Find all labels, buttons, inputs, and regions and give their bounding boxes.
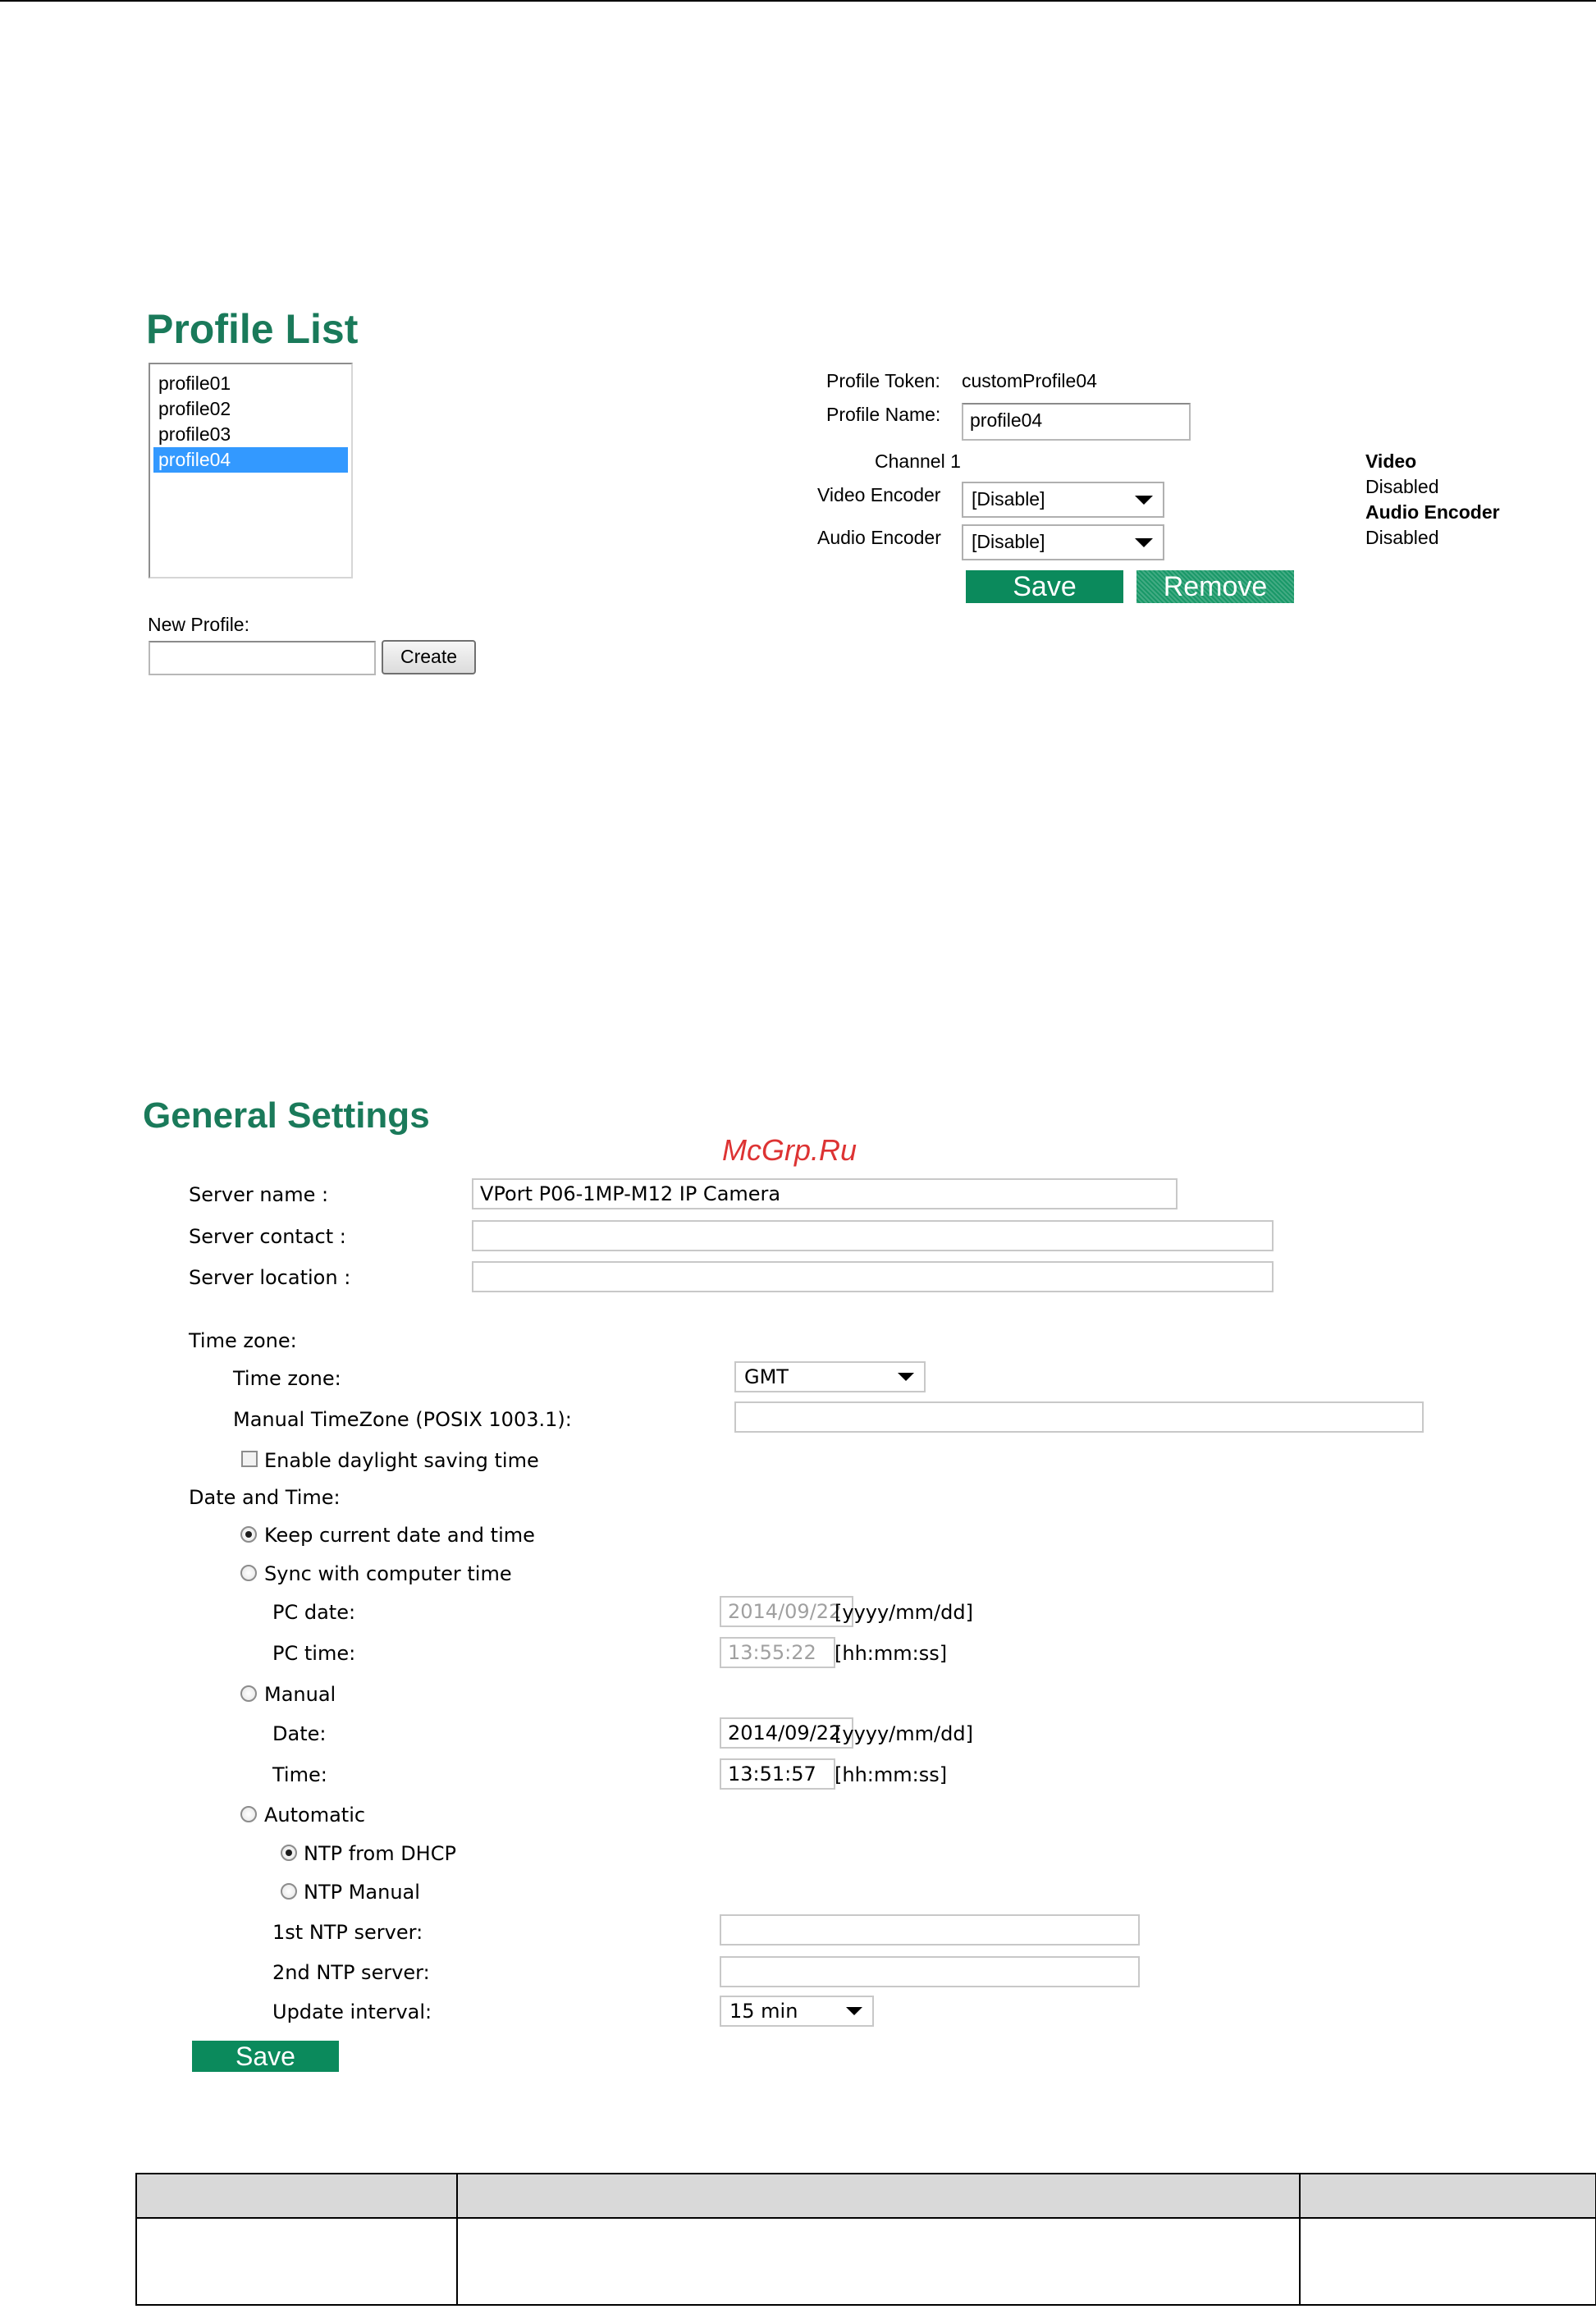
daylight-saving-label: Enable daylight saving time	[264, 1449, 539, 1472]
pc-time-label: PC time:	[272, 1642, 356, 1665]
date-time-heading: Date and Time:	[189, 1486, 341, 1509]
update-interval-label: Update interval:	[272, 2000, 432, 2023]
audio-summary-value: Disabled	[1365, 527, 1439, 548]
server-contact-input[interactable]	[472, 1220, 1274, 1251]
table-header-row	[135, 2173, 1596, 2219]
audio-encoder-value: [Disable]	[972, 531, 1045, 552]
table-row	[135, 2217, 1596, 2306]
server-location-input[interactable]	[472, 1261, 1274, 1292]
profile-save-button[interactable]: Save	[966, 570, 1123, 603]
manual-radio[interactable]	[240, 1685, 257, 1702]
general-save-button[interactable]: Save	[192, 2041, 339, 2072]
ntp1-label: 1st NTP server:	[272, 1921, 423, 1944]
new-profile-input[interactable]	[149, 641, 376, 675]
time-zone-heading: Time zone:	[189, 1329, 297, 1352]
time-zone-value: GMT	[744, 1365, 789, 1388]
table-header-cell	[1299, 2173, 1596, 2219]
chevron-down-icon	[1135, 496, 1153, 505]
server-name-input[interactable]: VPort P06-1MP-M12 IP Camera	[472, 1178, 1178, 1209]
update-interval-value: 15 min	[729, 2000, 798, 2023]
ntp1-input[interactable]	[720, 1914, 1140, 1946]
daylight-saving-checkbox[interactable]	[241, 1451, 258, 1467]
profile-name-label: Profile Name:	[826, 404, 941, 425]
sync-computer-label: Sync with computer time	[264, 1562, 512, 1585]
ntp-dhcp-label: NTP from DHCP	[304, 1842, 456, 1865]
manual-timezone-label: Manual TimeZone (POSIX 1003.1):	[233, 1408, 572, 1431]
list-item-selected[interactable]: profile04	[153, 447, 348, 473]
ntp-manual-label: NTP Manual	[304, 1881, 420, 1904]
top-rule	[0, 0, 1596, 2]
time-label: Time:	[272, 1763, 327, 1786]
video-encoder-label: Video Encoder	[817, 484, 941, 505]
audio-encoder-label: Audio Encoder	[817, 527, 941, 548]
server-name-label: Server name :	[189, 1183, 329, 1206]
profile-list-title: Profile List	[146, 306, 359, 352]
keep-current-label: Keep current date and time	[264, 1524, 535, 1547]
ntp2-label: 2nd NTP server:	[272, 1961, 430, 1984]
video-encoder-select[interactable]: [Disable]	[962, 482, 1164, 518]
pc-date-format: [yyyy/mm/dd]	[835, 1601, 973, 1624]
pc-time-input[interactable]: 13:55:22	[720, 1637, 835, 1668]
channel-label: Channel 1	[875, 450, 961, 472]
manual-timezone-input[interactable]	[734, 1401, 1424, 1433]
list-item[interactable]: profile02	[153, 396, 348, 422]
time-format: [hh:mm:ss]	[835, 1763, 948, 1786]
keep-current-radio[interactable]	[240, 1526, 257, 1543]
chevron-down-icon	[898, 1373, 914, 1381]
new-profile-label: New Profile:	[148, 614, 249, 635]
server-contact-label: Server contact :	[189, 1225, 346, 1248]
settings-table	[135, 2173, 1596, 2306]
ntp2-input[interactable]	[720, 1956, 1140, 1987]
profile-remove-button[interactable]: Remove	[1136, 570, 1294, 603]
video-summary-heading: Video	[1365, 450, 1417, 472]
general-settings-title: General Settings	[143, 1095, 430, 1136]
manual-label: Manual	[264, 1683, 336, 1706]
list-item[interactable]: profile01	[153, 371, 348, 396]
update-interval-select[interactable]: 15 min	[720, 1996, 874, 2027]
create-button[interactable]: Create	[382, 640, 476, 674]
pc-date-input[interactable]: 2014/09/22	[720, 1596, 853, 1627]
sync-computer-radio[interactable]	[240, 1565, 257, 1581]
audio-summary-heading: Audio Encoder	[1365, 501, 1500, 523]
pc-date-label: PC date:	[272, 1601, 356, 1624]
profile-token-value: customProfile04	[962, 370, 1097, 391]
server-location-label: Server location :	[189, 1266, 351, 1289]
profile-token-label: Profile Token:	[826, 370, 940, 391]
profile-listbox[interactable]: profile01 profile02 profile03 profile04	[149, 363, 353, 578]
video-encoder-value: [Disable]	[972, 488, 1045, 510]
video-summary-value: Disabled	[1365, 476, 1439, 497]
date-format: [yyyy/mm/dd]	[835, 1722, 973, 1745]
chevron-down-icon	[846, 2007, 862, 2015]
table-cell	[456, 2217, 1301, 2306]
list-item[interactable]: profile03	[153, 422, 348, 447]
ntp-manual-radio[interactable]	[281, 1883, 297, 1900]
table-cell	[135, 2217, 458, 2306]
date-input[interactable]: 2014/09/22	[720, 1717, 853, 1749]
ntp-dhcp-radio[interactable]	[281, 1845, 297, 1861]
audio-encoder-select[interactable]: [Disable]	[962, 524, 1164, 560]
date-label: Date:	[272, 1722, 327, 1745]
time-zone-select[interactable]: GMT	[734, 1361, 926, 1392]
table-header-cell	[456, 2173, 1301, 2219]
watermark: McGrp.Ru	[722, 1133, 857, 1167]
pc-time-format: [hh:mm:ss]	[835, 1642, 948, 1665]
chevron-down-icon	[1135, 538, 1153, 547]
time-input[interactable]: 13:51:57	[720, 1758, 835, 1790]
table-cell	[1299, 2217, 1596, 2306]
automatic-label: Automatic	[264, 1804, 366, 1827]
profile-name-input[interactable]: profile04	[962, 403, 1191, 441]
automatic-radio[interactable]	[240, 1806, 257, 1822]
time-zone-label: Time zone:	[233, 1367, 341, 1390]
table-header-cell	[135, 2173, 458, 2219]
